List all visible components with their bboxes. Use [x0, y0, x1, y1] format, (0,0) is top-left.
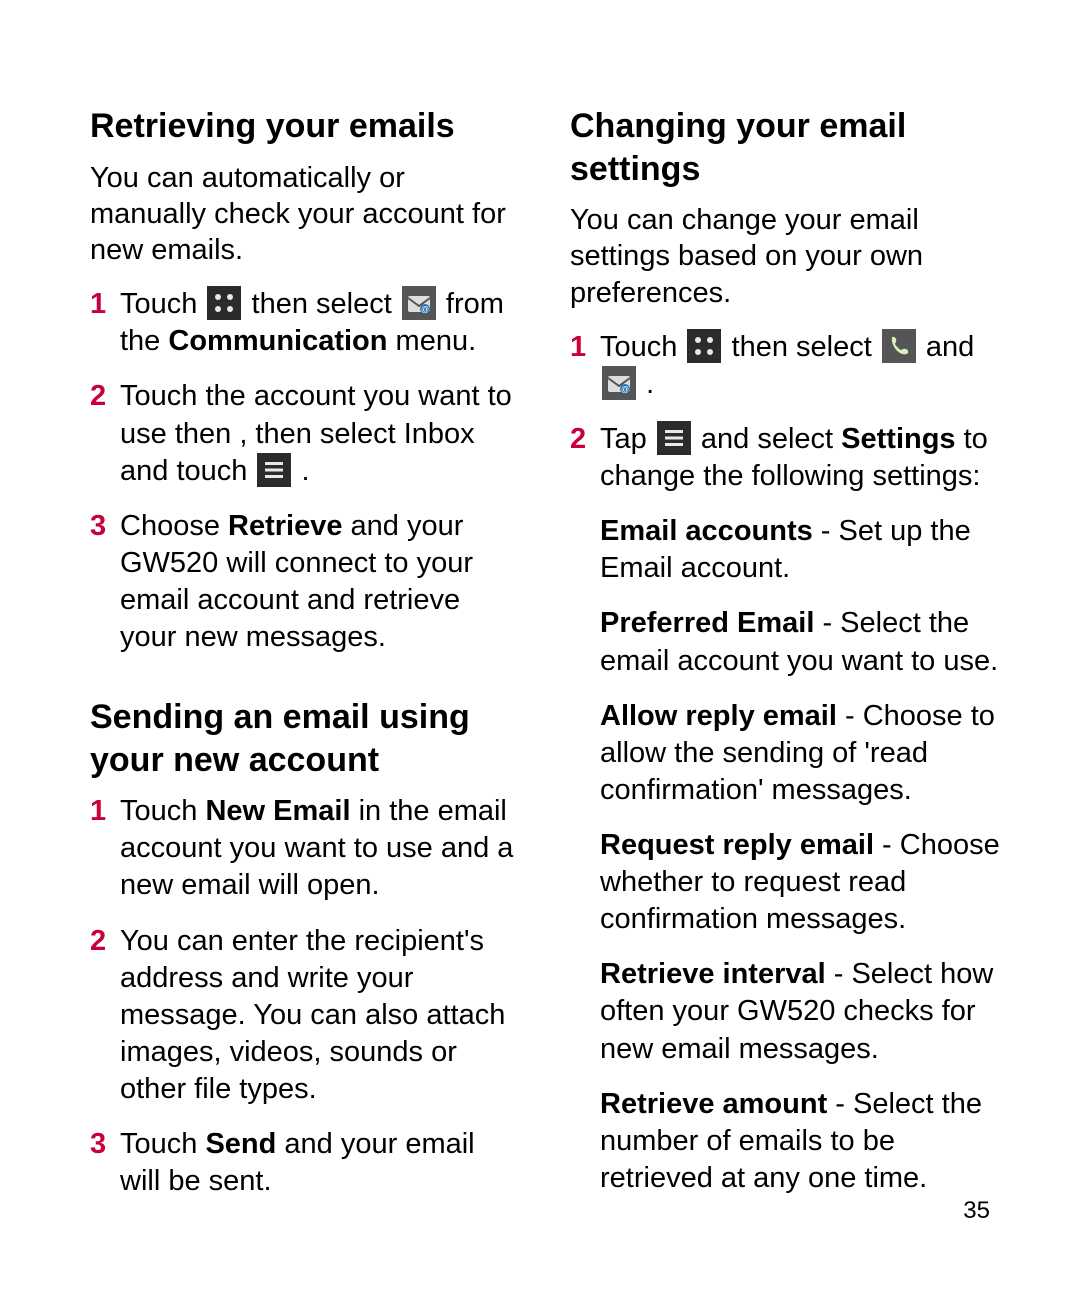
text: Choose — [120, 510, 228, 542]
text: Touch the account you want to use then ,… — [120, 380, 512, 486]
bold-text: New Email — [205, 795, 350, 827]
setting-label: Retrieve interval — [600, 958, 826, 990]
email-icon — [602, 366, 636, 400]
phone-icon — [882, 329, 916, 363]
setting-item: Retrieve interval - Select how often you… — [570, 956, 1000, 1067]
text: Touch — [120, 1128, 205, 1160]
page-number: 35 — [963, 1197, 990, 1225]
list-item: Tap and select Settings to change the fo… — [570, 421, 1000, 495]
text: menu. — [388, 325, 477, 357]
text: Touch — [120, 288, 205, 320]
text: Touch — [600, 331, 685, 363]
right-column: Changing your email settings You can cha… — [570, 105, 1000, 1218]
heading-sending: Sending an email using your new account — [90, 696, 520, 781]
bold-text: Settings — [841, 423, 955, 455]
setting-item: Allow reply email - Choose to allow the … — [570, 698, 1000, 809]
list-icon — [657, 421, 691, 455]
text: then select — [252, 288, 400, 320]
setting-label: Request reply email — [600, 829, 874, 861]
list-item: You can enter the recipient's address an… — [90, 923, 520, 1109]
heading-settings: Changing your email settings — [570, 105, 1000, 190]
steps-sending: Touch New Email in the email account you… — [90, 793, 520, 1200]
text: You can enter the recipient's address an… — [120, 925, 505, 1105]
setting-label: Retrieve amount — [600, 1088, 827, 1120]
setting-label: Allow reply email — [600, 700, 837, 732]
grid-icon — [207, 286, 241, 320]
list-item: Touch then select from the Communication… — [90, 286, 520, 360]
text: Touch — [120, 795, 205, 827]
list-icon — [257, 453, 291, 487]
text: . — [302, 455, 310, 487]
intro-settings: You can change your email settings based… — [570, 202, 1000, 311]
text: . — [646, 368, 654, 400]
setting-item: Preferred Email - Select the email accou… — [570, 605, 1000, 679]
intro-retrieving: You can automatically or manually check … — [90, 160, 520, 269]
setting-item: Email accounts - Set up the Email accoun… — [570, 513, 1000, 587]
bold-text: Send — [205, 1128, 276, 1160]
bold-text: Retrieve — [228, 510, 342, 542]
steps-retrieving: Touch then select from the Communication… — [90, 286, 520, 656]
text: then select — [732, 331, 880, 363]
list-item: Touch New Email in the email account you… — [90, 793, 520, 904]
grid-icon — [687, 329, 721, 363]
list-item: Touch Send and your email will be sent. — [90, 1126, 520, 1200]
setting-label: Preferred Email — [600, 607, 814, 639]
text: and select — [701, 423, 841, 455]
bold-text: Communication — [168, 325, 387, 357]
left-column: Retrieving your emails You can automatic… — [90, 105, 520, 1218]
list-item: Choose Retrieve and your GW520 will conn… — [90, 508, 520, 656]
email-icon — [402, 286, 436, 320]
setting-label: Email accounts — [600, 515, 813, 547]
text: Tap — [600, 423, 655, 455]
setting-item: Retrieve amount - Select the number of e… — [570, 1086, 1000, 1197]
steps-settings: Touch then select and . Tap and select S… — [570, 329, 1000, 495]
heading-retrieving: Retrieving your emails — [90, 105, 520, 148]
text: and — [926, 331, 974, 363]
list-item: Touch the account you want to use then ,… — [90, 378, 520, 489]
setting-item: Request reply email - Choose whether to … — [570, 827, 1000, 938]
list-item: Touch then select and . — [570, 329, 1000, 403]
